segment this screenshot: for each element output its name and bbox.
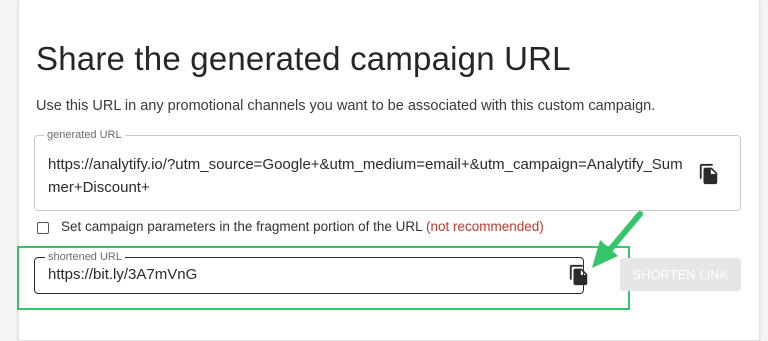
not-recommended-text: (not recommended) (425, 219, 544, 234)
copy-icon[interactable] (698, 163, 720, 190)
page-title: Share the generated campaign URL (36, 40, 571, 77)
fragment-checkbox-label[interactable]: Set campaign parameters in the fragment … (61, 219, 544, 234)
fragment-label-text: Set campaign parameters in the fragment … (61, 219, 423, 234)
shortened-url-value[interactable]: https://bit.ly/3A7mVnG (48, 266, 197, 283)
generated-url-value[interactable]: https://analytify.io/?utm_source=Google+… (48, 153, 688, 199)
shortened-url-legend: shortened URL (45, 251, 125, 263)
generated-url-legend: generated URL (44, 129, 125, 141)
fragment-checkbox[interactable] (37, 222, 49, 234)
section-description: Use this URL in any promotional channels… (36, 98, 656, 114)
pointer-arrow-icon (592, 211, 643, 268)
